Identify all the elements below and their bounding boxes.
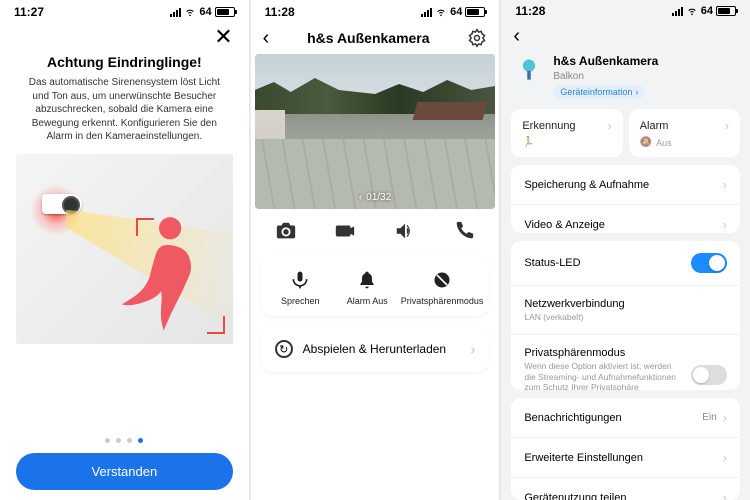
feed-counter: ‹01/32 [359, 192, 391, 203]
network-row[interactable]: NetzwerkverbindungLAN (verkabelt) [511, 286, 740, 336]
video-display-row[interactable]: Video & Anzeige› [511, 205, 740, 233]
alarm-off-button[interactable]: Alarm Aus [334, 269, 401, 306]
chevron-right-icon: › [723, 177, 727, 192]
screen-live-view: 11:28 64 ‹ h&s Außenkamera ‹01/32 Sprech… [251, 0, 500, 500]
nav-bar: ‹ h&s Außenkamera [251, 22, 500, 52]
camera-illustration [42, 194, 82, 214]
person-running-icon: 🏃 [522, 137, 534, 148]
understood-button[interactable]: Verstanden [16, 453, 233, 490]
status-icons: 64 [672, 5, 736, 17]
privacy-mode-button[interactable]: Privatsphärenmodus [401, 269, 484, 306]
battery-percent: 64 [199, 6, 211, 18]
nav-bar: ‹ [501, 20, 750, 46]
record-icon[interactable] [333, 219, 357, 243]
bell-icon [356, 269, 378, 291]
signal-icon [421, 7, 432, 17]
action-card: Sprechen Alarm Aus Privatsphärenmodus [261, 255, 490, 316]
share-device-row[interactable]: Gerätenutzung teilen› [511, 478, 740, 500]
chevron-right-icon: › [723, 450, 727, 465]
live-video-feed[interactable]: ‹01/32 [255, 54, 496, 209]
device-icon [515, 56, 543, 84]
advanced-settings-row[interactable]: Erweiterte Einstellungen› [511, 438, 740, 478]
chevron-right-icon: › [723, 217, 727, 232]
chevron-right-icon: › [471, 341, 476, 357]
battery-icon [465, 7, 485, 17]
chevron-right-icon: › [725, 118, 729, 133]
speaker-icon[interactable] [393, 219, 417, 243]
screen-settings: 11:28 64 ‹ h&s Außenkamera Balkon Geräte… [501, 0, 750, 500]
status-icons: 64 [170, 6, 234, 18]
onboarding-title: Achtung Eindringlinge! [16, 54, 233, 70]
settings-icon[interactable] [467, 28, 487, 48]
chevron-right-icon: › [607, 118, 611, 133]
signal-icon [672, 6, 683, 16]
bell-off-icon: 🔕 [640, 137, 652, 148]
privacy-icon [431, 269, 453, 291]
back-icon[interactable]: ‹ [263, 28, 270, 48]
media-controls [251, 209, 500, 255]
signal-icon [170, 7, 181, 17]
onboarding-description: Das automatische Sirenensystem löst Lich… [16, 76, 233, 144]
clock: 11:27 [14, 5, 44, 19]
wifi-icon [435, 7, 447, 17]
onboarding-illustration [16, 154, 233, 344]
privacy-mode-row: PrivatsphärenmodusWenn diese Option akti… [511, 335, 740, 390]
clock: 11:28 [515, 4, 545, 18]
status-led-row: Status-LED [511, 241, 740, 286]
call-icon[interactable] [452, 219, 476, 243]
page-title: h&s Außenkamera [307, 30, 429, 46]
battery-icon [716, 6, 736, 16]
status-bar: 11:27 64 [0, 0, 249, 22]
battery-percent: 64 [450, 6, 462, 18]
clock: 11:28 [265, 5, 295, 19]
device-name: h&s Außenkamera [553, 54, 658, 68]
status-led-toggle[interactable] [691, 253, 727, 273]
microphone-icon [289, 269, 311, 291]
wifi-icon [184, 7, 196, 17]
notifications-row[interactable]: BenachrichtigungenEin› [511, 398, 740, 438]
screen-onboarding: 11:27 64 ✕ Achtung Eindringlinge! Das au… [0, 0, 249, 500]
playback-download-row[interactable]: Abspielen & Herunterladen › [261, 326, 490, 372]
battery-percent: 64 [701, 5, 713, 17]
status-bar: 11:28 64 [501, 0, 750, 20]
speak-button[interactable]: Sprechen [267, 269, 334, 306]
status-icons: 64 [421, 6, 485, 18]
back-icon[interactable]: ‹ [513, 26, 520, 46]
device-info-chip[interactable]: Geräteinformation› [553, 85, 645, 99]
chevron-right-icon: › [723, 410, 727, 425]
privacy-toggle[interactable] [691, 365, 727, 385]
battery-icon [215, 7, 235, 17]
storage-row[interactable]: Speicherung & Aufnahme› [511, 165, 740, 205]
close-icon[interactable]: ✕ [214, 26, 232, 48]
status-bar: 11:28 64 [251, 0, 500, 22]
chevron-right-icon: › [723, 490, 727, 500]
alarm-card[interactable]: Alarm› 🔕Aus [629, 109, 740, 157]
playback-icon [275, 340, 293, 358]
detection-card[interactable]: Erkennung› 🏃 [511, 109, 622, 157]
intruder-illustration [118, 206, 213, 336]
snapshot-icon[interactable] [274, 219, 298, 243]
device-header: h&s Außenkamera Balkon Geräteinformation… [501, 46, 750, 109]
page-indicator [16, 430, 233, 443]
wifi-icon [686, 6, 698, 16]
device-location: Balkon [553, 71, 658, 82]
